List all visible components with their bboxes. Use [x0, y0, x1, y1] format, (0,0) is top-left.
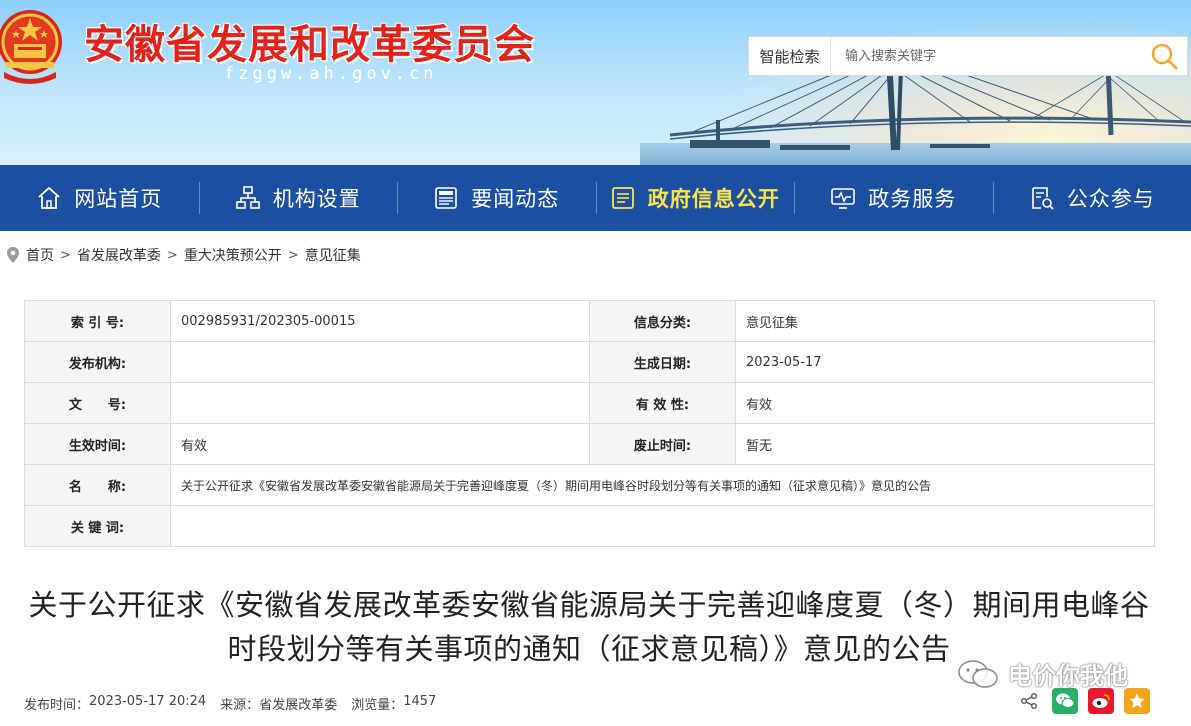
search-input[interactable] — [831, 37, 1141, 75]
search-box: 智能检索 — [748, 36, 1188, 76]
weibo-share-button[interactable] — [1088, 688, 1114, 714]
site-title: 安徽省发展和改革委员会 — [84, 22, 535, 68]
wechat-icon — [1056, 693, 1075, 708]
weibo-icon — [1092, 694, 1110, 708]
table-row: 关 键 词: — [24, 505, 1155, 547]
created-date-label: 生成日期: — [589, 341, 736, 383]
favorite-icon — [1129, 693, 1145, 708]
publish-time: 发布时间： 2023-05-17 20:24 — [24, 694, 206, 713]
view-count: 浏览量： 1457 — [351, 694, 436, 713]
national-emblem-icon — [0, 10, 62, 84]
nav-gov-services[interactable]: 政务服务 — [794, 165, 993, 231]
nav-organization-label: 机构设置 — [272, 187, 361, 211]
created-date-value: 2023-05-17 — [735, 341, 1155, 383]
nav-public-participation[interactable]: 公众参与 — [992, 165, 1191, 231]
breadcrumb-separator: > — [60, 247, 71, 263]
share-icon — [1021, 693, 1037, 709]
view-count-label: 浏览量： — [351, 698, 404, 713]
table-row: 名 称: 关于公开征求《安徽省发展改革委安徽省能源局关于完善迎峰度夏（冬）期间用… — [24, 464, 1155, 506]
publish-time-label: 发布时间： — [24, 698, 90, 713]
document-info-table: 索 引 号: 002985931/202305-00015 信息分类: 意见征集… — [24, 300, 1155, 547]
name-label: 名 称: — [24, 464, 171, 506]
home-icon — [38, 186, 60, 209]
search-button[interactable] — [1141, 37, 1187, 75]
site-banner: 安徽省发展和改革委员会 fzggw.ah.gov.cn 智能检索 — [0, 0, 1191, 165]
monitor-icon — [831, 188, 856, 209]
nav-gov-info-disclosure-label: 政府信息公开 — [647, 187, 780, 211]
share-button[interactable] — [1016, 688, 1042, 714]
publish-time-value: 2023-05-17 20:24 — [89, 694, 207, 709]
keywords-value — [170, 505, 1155, 547]
watermark-text: 电价你我他 — [1008, 662, 1128, 690]
form-search-icon — [1031, 187, 1054, 210]
effective-time-label: 生效时间: — [24, 423, 171, 465]
validity-label: 有 效 性: — [589, 382, 736, 424]
source-value: 省发展改革委 — [259, 698, 338, 713]
smart-search-label: 智能检索 — [749, 37, 831, 75]
news-icon — [435, 187, 458, 209]
publisher-value — [170, 341, 590, 383]
repeal-time-label: 废止时间: — [589, 423, 736, 465]
breadcrumb-separator: > — [166, 247, 178, 263]
breadcrumb-ndrc[interactable]: 省发展改革委 — [77, 245, 161, 265]
share-bar — [1016, 688, 1150, 714]
site-domain: fzggw.ah.gov.cn — [224, 64, 438, 84]
doc-no-value — [170, 382, 590, 424]
keywords-label: 关 键 词: — [24, 505, 171, 547]
document-list-icon — [611, 187, 634, 209]
repeal-time-value: 暂无 — [735, 423, 1155, 465]
wechat-official-account-icon — [958, 659, 998, 688]
favorite-button[interactable] — [1124, 688, 1150, 714]
nav-home-label: 网站首页 — [74, 187, 163, 211]
article-meta: 发布时间： 2023-05-17 20:24 来源： 省发展改革委 浏览量： 1… — [24, 694, 436, 713]
view-count-value: 1457 — [403, 694, 437, 709]
wechat-share-button[interactable] — [1052, 688, 1078, 714]
table-row: 生效时间: 有效 废止时间: 暂无 — [24, 423, 1155, 465]
index-no-value: 002985931/202305-00015 — [170, 300, 590, 342]
table-row: 发布机构: 生成日期: 2023-05-17 — [24, 341, 1155, 383]
source: 来源： 省发展改革委 — [220, 694, 337, 713]
validity-value: 有效 — [735, 382, 1155, 424]
nav-news-label: 要闻动态 — [471, 187, 560, 211]
index-no-label: 索 引 号: — [24, 300, 171, 342]
nav-gov-services-label: 政务服务 — [868, 187, 957, 211]
breadcrumb-opinion-collection[interactable]: 意见征集 — [305, 245, 361, 265]
breadcrumb-major-decisions[interactable]: 重大决策预公开 — [184, 245, 282, 265]
location-pin-icon — [7, 247, 19, 263]
wechat-watermark: 电价你我他 — [956, 656, 1128, 691]
publisher-label: 发布机构: — [24, 341, 171, 383]
table-row: 索 引 号: 002985931/202305-00015 信息分类: 意见征集 — [24, 300, 1155, 342]
breadcrumb-separator: > — [287, 247, 299, 263]
nav-organization[interactable]: 机构设置 — [198, 165, 398, 231]
breadcrumb: 首页 > 省发展改革委 > 重大决策预公开 > 意见征集 — [6, 245, 361, 265]
doc-no-label: 文 号: — [24, 382, 171, 424]
search-icon — [1151, 43, 1178, 70]
category-label: 信息分类: — [589, 300, 736, 342]
breadcrumb-home[interactable]: 首页 — [26, 245, 54, 265]
category-value: 意见征集 — [735, 300, 1155, 342]
name-value: 关于公开征求《安徽省发展改革委安徽省能源局关于完善迎峰度夏（冬）期间用电峰谷时段… — [170, 464, 1155, 506]
nav-gov-info-disclosure[interactable]: 政府信息公开 — [595, 165, 795, 231]
main-nav: 网站首页 机构设置 要闻动态 政府信息公开 政务服务 公众参与 — [0, 165, 1191, 231]
nav-news[interactable]: 要闻动态 — [397, 165, 596, 231]
nav-public-participation-label: 公众参与 — [1066, 187, 1155, 211]
table-row: 文 号: 有 效 性: 有效 — [24, 382, 1155, 424]
source-label: 来源： — [220, 698, 260, 713]
effective-time-value: 有效 — [170, 423, 590, 465]
nav-home[interactable]: 网站首页 — [0, 165, 199, 231]
org-chart-icon — [235, 186, 260, 209]
